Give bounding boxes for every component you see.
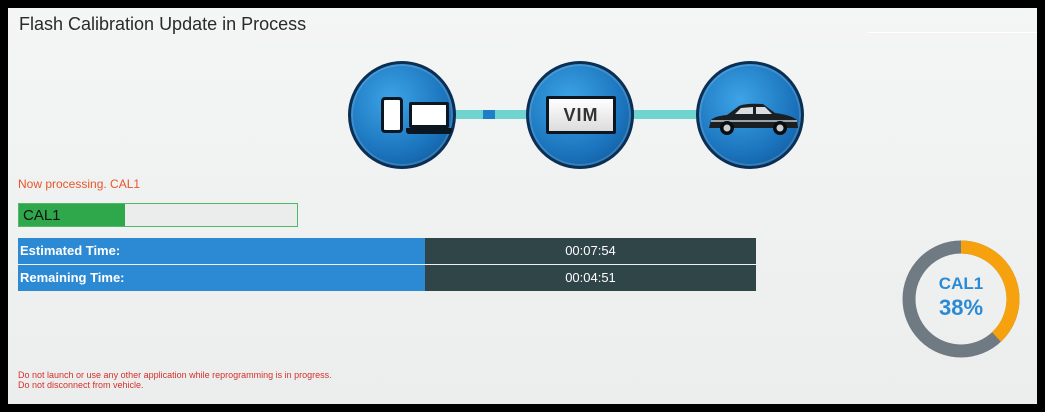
remaining-time-label: Remaining Time: xyxy=(18,265,425,291)
device-node xyxy=(348,61,456,169)
dialog-title: Flash Calibration Update in Process xyxy=(19,14,307,34)
ring-label: CAL1 xyxy=(938,274,984,293)
processing-message: Now processing. CAL1 xyxy=(18,177,141,191)
estimated-time-row: Estimated Time: 00:07:54 xyxy=(18,238,756,264)
car-icon xyxy=(709,103,798,135)
title-divider xyxy=(868,32,1037,33)
warning-line-1: Do not launch or use any other applicati… xyxy=(18,370,332,380)
estimated-time-value: 00:07:54 xyxy=(425,238,756,264)
warning-text: Do not launch or use any other applicati… xyxy=(18,370,332,390)
vehicle-node xyxy=(696,61,804,169)
vim-label: VIM xyxy=(563,104,599,125)
calibration-progress-bar: CAL1 xyxy=(18,203,298,227)
connection-segment xyxy=(483,110,495,119)
remaining-time-value: 00:04:51 xyxy=(425,265,756,291)
laptop-icon xyxy=(409,102,449,128)
remaining-time-row: Remaining Time: 00:04:51 xyxy=(18,265,756,291)
vim-box: VIM xyxy=(546,96,616,134)
laptop-base xyxy=(406,128,452,134)
ring-percent: 38% xyxy=(938,295,984,320)
estimated-time-label: Estimated Time: xyxy=(18,238,425,264)
flash-dialog: Flash Calibration Update in Process VIM … xyxy=(8,8,1037,404)
tablet-icon xyxy=(381,97,403,133)
progress-label: CAL1 xyxy=(23,207,61,224)
vim-node: VIM xyxy=(526,61,634,169)
warning-line-2: Do not disconnect from vehicle. xyxy=(18,380,144,390)
